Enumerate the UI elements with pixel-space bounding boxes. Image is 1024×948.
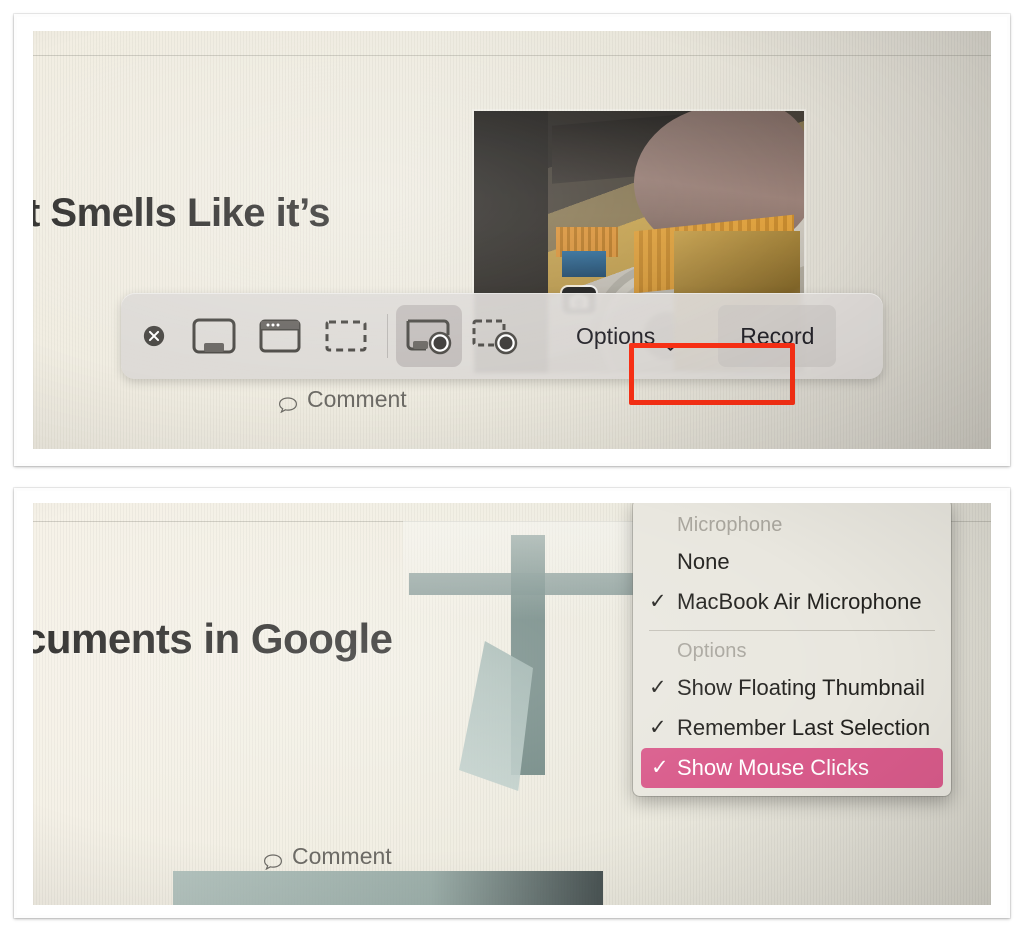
options-label: Options [576, 322, 656, 349]
chevron-down-icon [663, 331, 678, 351]
comment-row: Comment [278, 386, 407, 413]
menu-item-macbook-air-microphone[interactable]: ✓ MacBook Air Microphone [633, 582, 951, 622]
speech-bubble-icon [278, 392, 298, 413]
bottom-photo: cuments in Google Comment Microphone Non… [33, 503, 991, 905]
menu-section-header-microphone: Microphone [677, 514, 783, 536]
checkmark-icon: ✓ [651, 756, 669, 779]
capture-selected-portion-icon[interactable] [313, 305, 379, 367]
page-headline: cuments in Google [33, 615, 393, 662]
comment-label: Comment [307, 386, 407, 412]
menu-item-label: MacBook Air Microphone [677, 589, 922, 614]
menu-item-label: None [677, 549, 730, 574]
speech-bubble-icon [263, 849, 283, 870]
checkmark-icon: ✓ [649, 716, 667, 739]
menu-divider [649, 630, 935, 631]
menu-item-show-mouse-clicks[interactable]: ✓ Show Mouse Clicks [641, 748, 943, 788]
artwork-wash [403, 521, 653, 851]
menu-item-none[interactable]: None [633, 542, 951, 582]
toolbar-divider [387, 314, 388, 358]
options-button[interactable]: Options [554, 305, 700, 367]
capture-selected-window-icon[interactable] [247, 305, 313, 367]
screenshot-stack: t Smells Like it’s Comment Options Recor… [0, 0, 1024, 948]
close-circle-icon[interactable] [127, 324, 181, 348]
page-hairline [33, 55, 991, 56]
top-photo-panel: t Smells Like it’s Comment Options Recor… [14, 14, 1010, 466]
comment-row: Comment [263, 843, 392, 870]
capture-entire-screen-icon[interactable] [181, 305, 247, 367]
record-selected-portion-icon[interactable] [462, 305, 528, 367]
checkmark-icon: ✓ [649, 590, 667, 613]
page-headline: t Smells Like it’s [33, 191, 330, 235]
background-artwork [403, 521, 653, 851]
menu-item-remember-last-selection[interactable]: ✓ Remember Last Selection [633, 708, 951, 748]
menu-item-label: Show Mouse Clicks [677, 755, 869, 780]
record-entire-screen-icon[interactable] [396, 305, 462, 367]
record-button[interactable]: Record [718, 305, 837, 367]
comment-label: Comment [292, 843, 392, 869]
top-photo: t Smells Like it’s Comment Options Recor… [33, 31, 991, 449]
menu-item-show-floating-thumbnail[interactable]: ✓ Show Floating Thumbnail [633, 668, 951, 708]
bottom-photo-panel: cuments in Google Comment Microphone Non… [14, 488, 1010, 918]
options-dropdown-menu[interactable]: Microphone None ✓ MacBook Air Microphone… [633, 503, 951, 796]
screenshot-toolbar[interactable]: Options Record [121, 293, 883, 379]
menu-section-header-options: Options [677, 640, 747, 662]
checkmark-icon: ✓ [649, 676, 667, 699]
artwork-bottom-strip [173, 871, 603, 905]
record-label: Record [740, 322, 815, 349]
menu-item-label: Remember Last Selection [677, 715, 931, 740]
menu-item-label: Show Floating Thumbnail [677, 675, 925, 700]
